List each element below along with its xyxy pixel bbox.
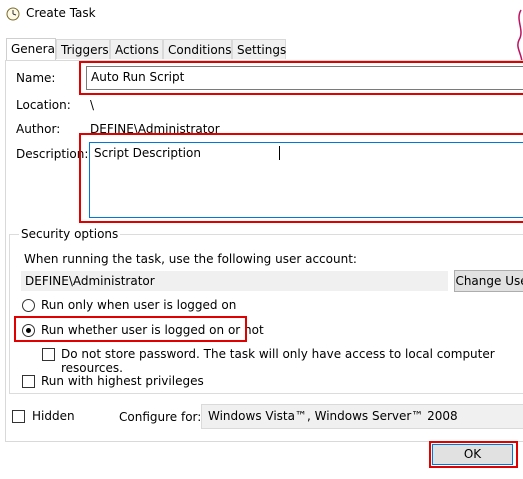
- task-scheduler-icon: [6, 7, 20, 21]
- radio-run-logged-on-label: Run only when user is logged on: [41, 298, 237, 312]
- security-options-legend: Security options: [19, 227, 121, 241]
- name-highlight: [79, 61, 523, 95]
- description-label: Description:: [16, 147, 89, 161]
- no-store-password-checkbox[interactable]: [42, 348, 55, 361]
- configure-for-label: Configure for:: [119, 410, 202, 424]
- highest-privileges-checkbox[interactable]: [22, 375, 35, 388]
- account-prompt: When running the task, use the following…: [24, 252, 357, 266]
- highest-privileges-label: Run with highest privileges: [41, 374, 204, 388]
- name-label: Name:: [16, 71, 56, 85]
- tab-actions[interactable]: Actions: [110, 39, 163, 59]
- no-store-password-label: Do not store password. The task will onl…: [61, 347, 495, 375]
- window-title: Create Task: [26, 6, 96, 20]
- ok-highlight: [429, 441, 518, 468]
- radio-run-logged-on[interactable]: [22, 299, 35, 312]
- location-label: Location:: [16, 98, 71, 112]
- tab-triggers[interactable]: Triggers: [56, 39, 110, 59]
- hidden-checkbox[interactable]: [12, 410, 25, 423]
- description-highlight: [79, 133, 523, 223]
- author-label: Author:: [16, 122, 61, 136]
- tab-conditions[interactable]: Conditions: [163, 39, 232, 59]
- tab-general[interactable]: General: [6, 38, 58, 61]
- configure-for-select[interactable]: Windows Vista™, Windows Server™ 2008: [201, 404, 523, 429]
- change-user-button[interactable]: Change User: [454, 270, 523, 292]
- location-value: \: [90, 98, 95, 112]
- user-account-field: DEFINE\Administrator: [21, 271, 448, 291]
- tab-settings[interactable]: Settings: [232, 39, 286, 59]
- run-whether-highlight: [14, 316, 247, 342]
- hidden-label: Hidden: [32, 409, 75, 423]
